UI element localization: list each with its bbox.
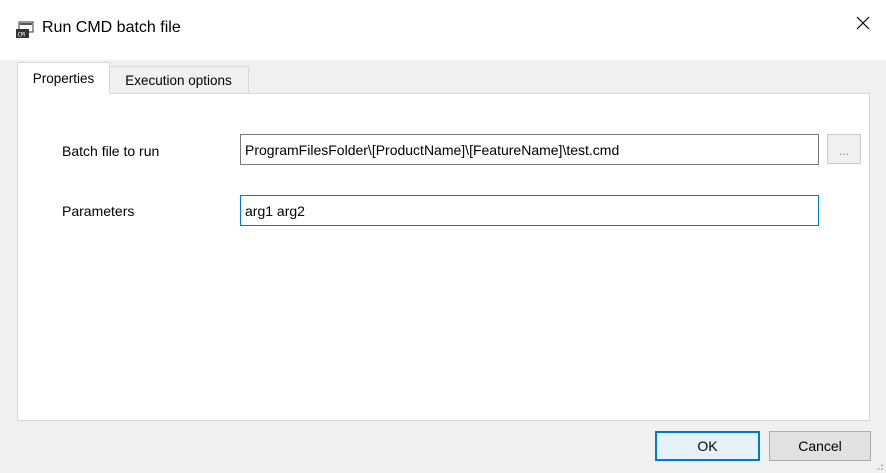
parameters-input[interactable]	[240, 195, 819, 226]
close-button[interactable]	[840, 0, 886, 46]
tab-execution-options[interactable]: Execution options	[109, 66, 249, 93]
batch-file-icon: CM	[15, 21, 37, 39]
parameters-label: Parameters	[62, 203, 135, 219]
browse-button[interactable]: ...	[827, 134, 861, 164]
close-icon	[856, 16, 870, 30]
tab-properties[interactable]: Properties	[17, 62, 110, 94]
ok-button[interactable]: OK	[655, 431, 760, 461]
window-title: Run CMD batch file	[42, 19, 181, 36]
cancel-button[interactable]: Cancel	[769, 431, 871, 461]
batch-file-label: Batch file to run	[62, 143, 160, 159]
title-bar: CM Run CMD batch file	[0, 0, 886, 60]
batch-file-input[interactable]	[240, 134, 819, 165]
svg-text:CM: CM	[18, 32, 26, 39]
resize-grip-icon[interactable]	[874, 461, 884, 471]
